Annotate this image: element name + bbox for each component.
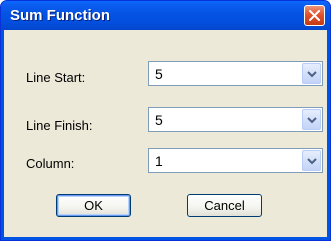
column-label: Column: [26,156,75,171]
dialog-body: Line Start: 5 Line Finish: 5 Column: 1 O… [4,30,327,237]
line-start-label: Line Start: [26,70,86,85]
chevron-down-icon [307,71,317,78]
column-value: 1 [155,153,163,169]
column-dropdown-button[interactable] [302,150,321,171]
dialog-title: Sum Function [10,7,110,24]
line-start-dropdown-button[interactable] [302,63,321,84]
column-select[interactable]: 1 [148,148,323,173]
line-start-select[interactable]: 5 [148,61,323,86]
close-icon [309,10,320,21]
line-finish-select[interactable]: 5 [148,107,323,132]
line-finish-dropdown-button[interactable] [302,109,321,130]
cancel-button[interactable]: Cancel [187,194,262,217]
line-finish-label: Line Finish: [26,118,93,133]
line-start-value: 5 [155,66,163,82]
close-button[interactable] [304,5,325,26]
line-finish-value: 5 [155,112,163,128]
chevron-down-icon [307,117,317,124]
title-bar[interactable]: Sum Function [1,1,330,30]
chevron-down-icon [307,158,317,165]
ok-button[interactable]: OK [56,194,131,217]
sum-function-dialog: Sum Function Line Start: 5 Line Finish: … [0,0,331,241]
